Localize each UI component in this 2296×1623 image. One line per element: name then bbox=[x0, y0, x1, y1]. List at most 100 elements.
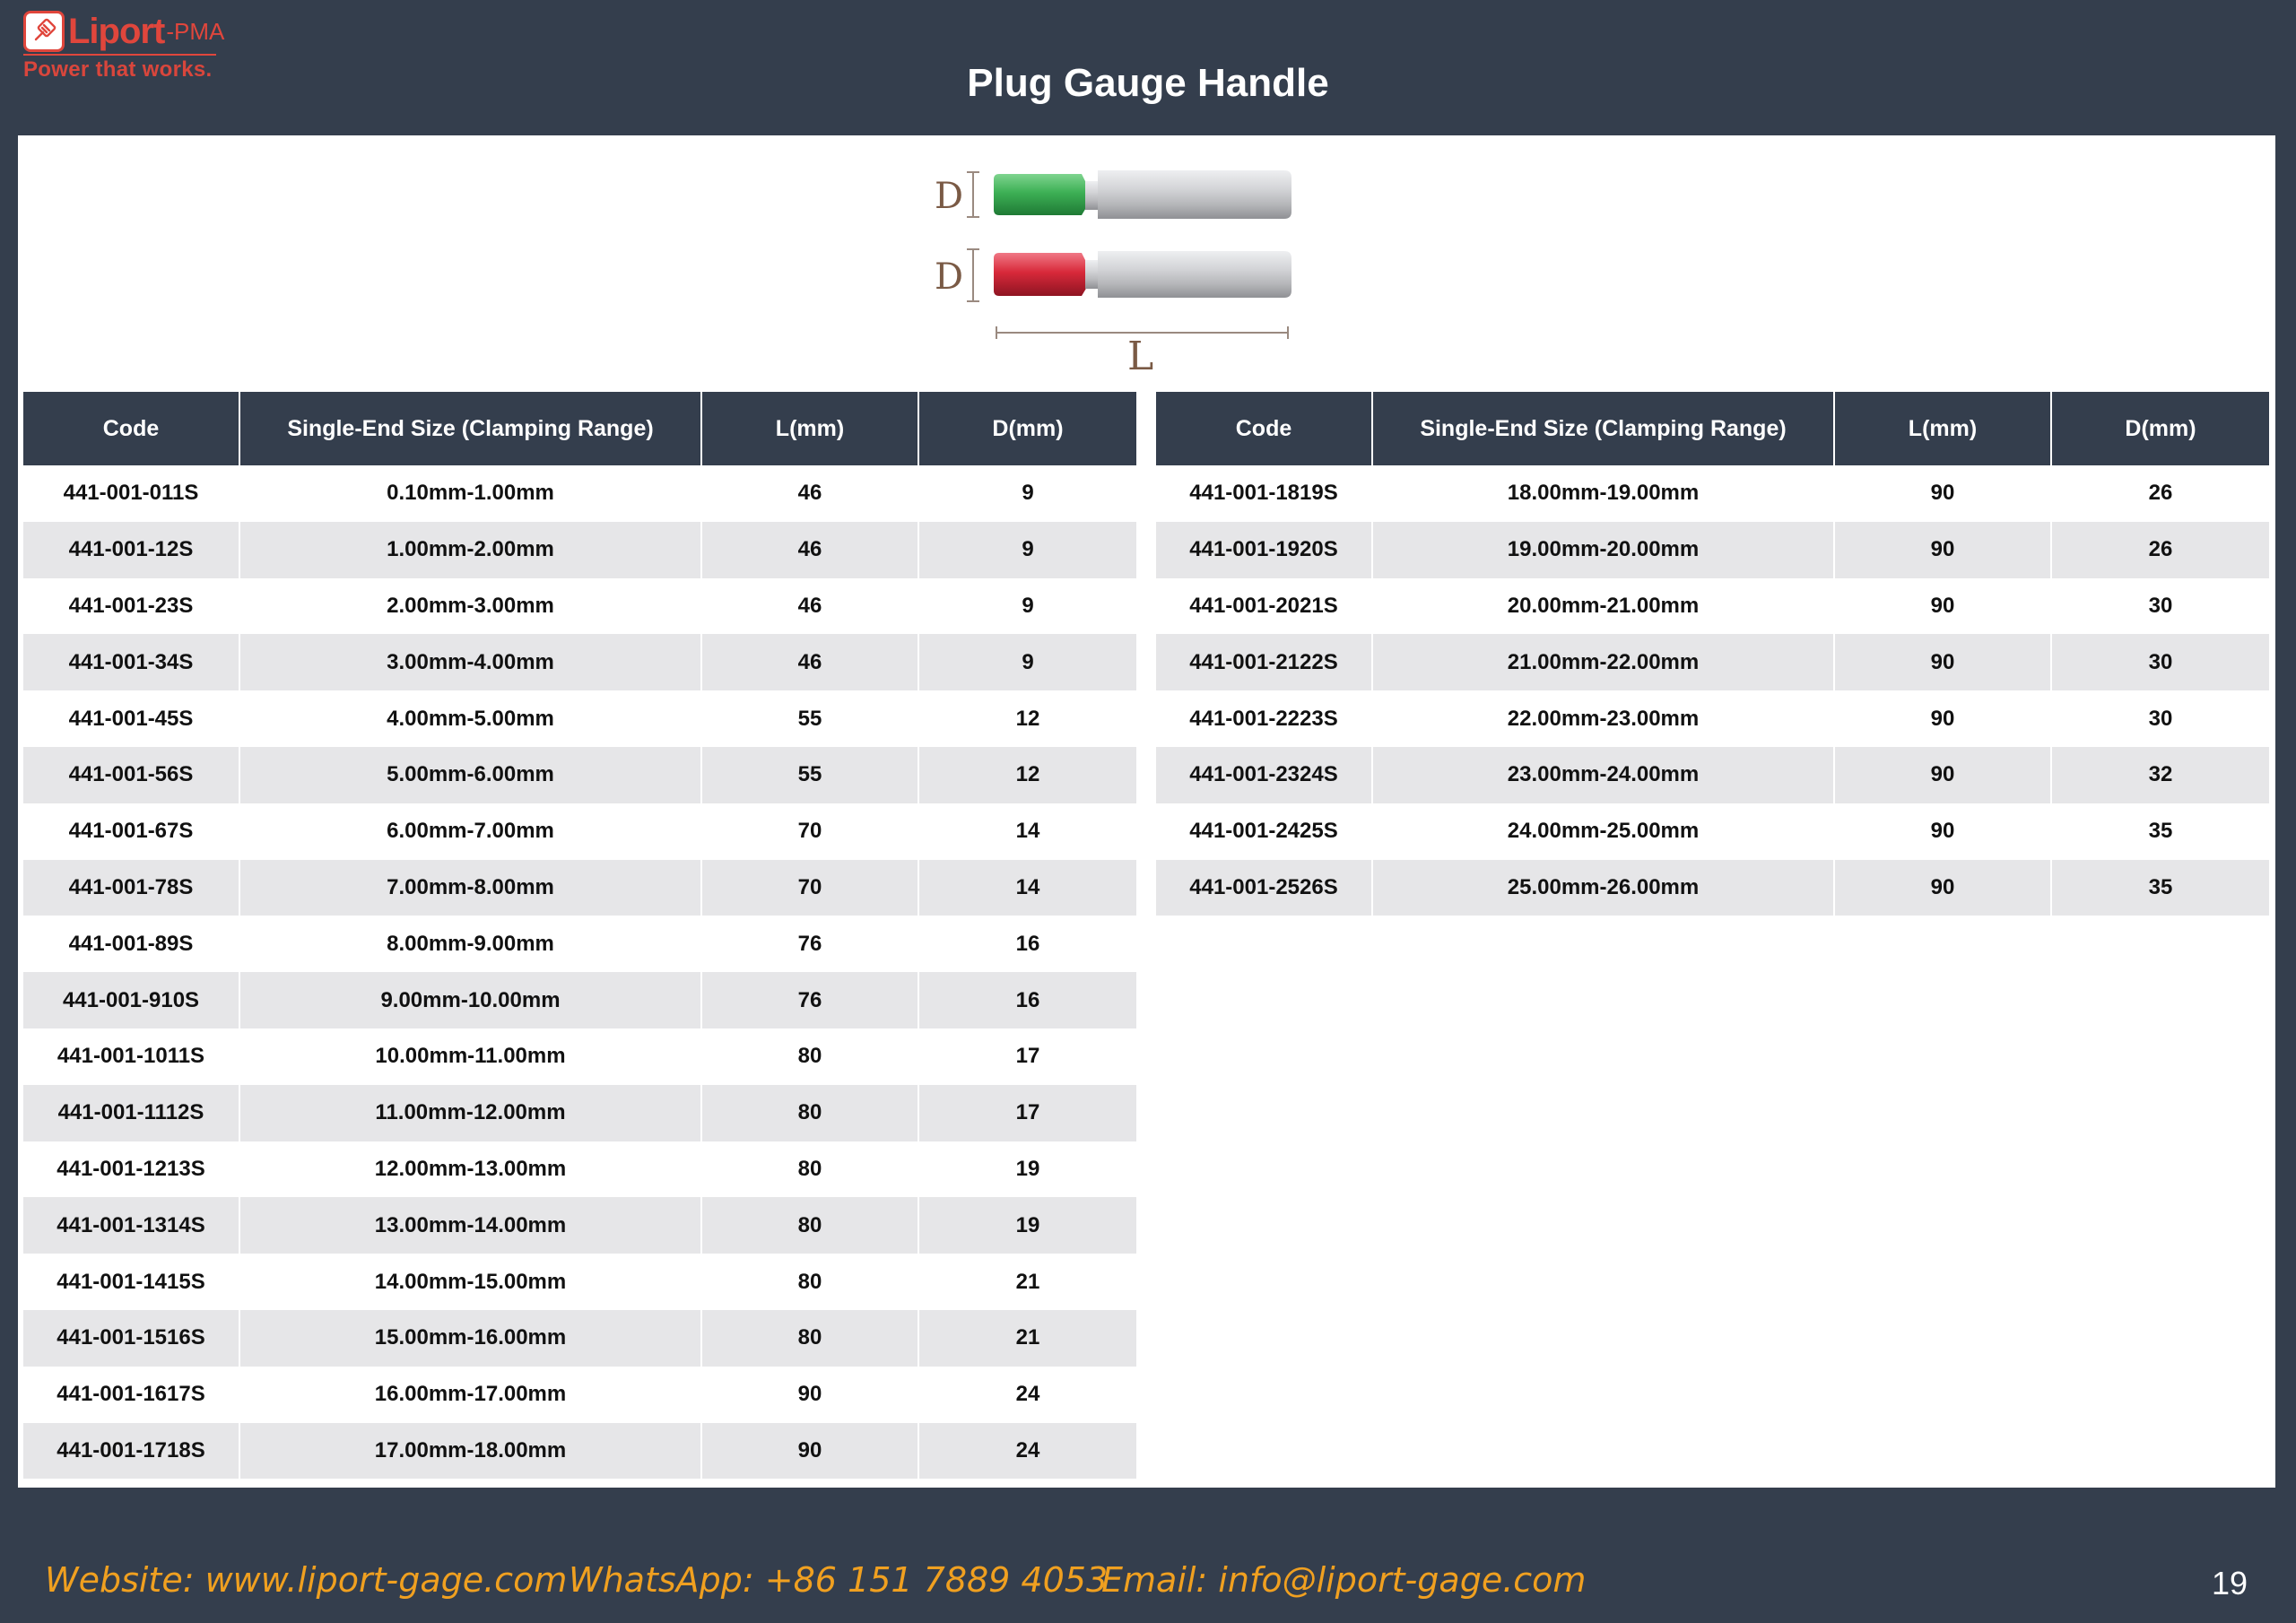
diameter-cell: 26 bbox=[2148, 481, 2173, 506]
diameter-cell: 19 bbox=[918, 1197, 1136, 1254]
table-row: 441-001-1516S 15.00mm-16.00mm 80 21 bbox=[23, 1309, 1136, 1367]
header-length: L(mm) bbox=[1834, 392, 2052, 465]
diameter-cell: 30 bbox=[2051, 634, 2269, 691]
table-row: 441-001-1718S 17.00mm-18.00mm 90 24 bbox=[23, 1422, 1136, 1480]
diameter-cell: 14 bbox=[918, 859, 1136, 916]
length-cell: 76 bbox=[701, 916, 919, 973]
size-cell: 0.10mm-1.00mm bbox=[239, 465, 702, 522]
code-cell: 441-001-910S bbox=[23, 972, 240, 1028]
table-row: 441-001-45S 4.00mm-5.00mm 55 12 bbox=[23, 690, 1136, 747]
length-cell: 90 bbox=[1834, 803, 2052, 860]
code-cell: 441-001-78S bbox=[23, 859, 240, 916]
diameter-cell: 35 bbox=[2051, 859, 2269, 916]
size-cell: 12.00mm-13.00mm bbox=[239, 1141, 702, 1198]
length-cell: 80 bbox=[701, 1028, 919, 1085]
table-body-right: 441-001-1819S 18.00mm-19.00mm 90 26 441-001-… bbox=[1156, 465, 2269, 916]
plug-gauge-handle-diagram: D D L bbox=[935, 170, 1292, 379]
length-cell: 90 bbox=[1834, 577, 2052, 635]
size-cell: 21.00mm-22.00mm bbox=[1372, 634, 1835, 691]
table-row: 441-001-1819S 18.00mm-19.00mm 90 26 bbox=[1156, 465, 2269, 522]
diameter-cell: 12 bbox=[918, 746, 1136, 803]
length-cell: 46 bbox=[701, 521, 919, 578]
diameter-cell: 17 bbox=[1015, 1044, 1040, 1069]
diameter-cell: 9 bbox=[918, 634, 1136, 691]
table-row: 441-001-2526S 25.00mm-26.00mm 90 35 bbox=[1156, 859, 2269, 916]
diameter-cell: 26 bbox=[2051, 521, 2269, 578]
size-cell: 22.00mm-23.00mm bbox=[1372, 690, 1835, 747]
size-cell: 2.00mm-3.00mm bbox=[239, 577, 702, 635]
length-cell: 46 bbox=[701, 465, 919, 522]
size-cell: 11.00mm-12.00mm bbox=[239, 1084, 702, 1141]
diameter-cell: 9 bbox=[918, 521, 1136, 578]
code-cell: 441-001-1819S bbox=[1156, 465, 1373, 522]
header-diameter: D(mm) bbox=[2051, 392, 2269, 465]
size-cell: 18.00mm-19.00mm bbox=[1372, 465, 1835, 522]
length-cell: 70 bbox=[701, 859, 919, 916]
code-cell: 441-001-67S bbox=[23, 803, 240, 860]
table-header-row: Code Single-End Size (Clamping Range) L(… bbox=[23, 392, 1136, 465]
length-cell: 46 bbox=[701, 577, 919, 635]
length-cell: 80 bbox=[701, 1084, 919, 1141]
length-cell: 90 bbox=[1834, 690, 2052, 747]
header-diameter: D(mm) bbox=[918, 392, 1136, 465]
size-cell: 3.00mm-4.00mm bbox=[239, 634, 702, 691]
table-body-left: 441-001-011S 0.10mm-1.00mm 46 9 441-001-12S 1… bbox=[23, 465, 1136, 1480]
footer-whatsapp[interactable]: WhatsApp: +86 151 7889 4053 bbox=[569, 1560, 1108, 1600]
d-label-top: D bbox=[935, 176, 963, 217]
size-cell: 23.00mm-24.00mm bbox=[1372, 746, 1835, 803]
size-cell: 25.00mm-26.00mm bbox=[1372, 859, 1835, 916]
diameter-cell: 16 bbox=[918, 972, 1136, 1028]
footer-email[interactable]: Email: info@liport-gage.com bbox=[1101, 1560, 1586, 1600]
length-cell: 90 bbox=[701, 1366, 919, 1423]
diameter-cell: 30 bbox=[2148, 593, 2173, 618]
table-row: 441-001-1112S 11.00mm-12.00mm 80 17 bbox=[23, 1084, 1136, 1141]
table-row: 441-001-1920S 19.00mm-20.00mm 90 26 bbox=[1156, 521, 2269, 578]
length-cell: 80 bbox=[701, 1197, 919, 1254]
table-row: 441-001-67S 6.00mm-7.00mm 70 14 bbox=[23, 803, 1136, 860]
size-cell: 8.00mm-9.00mm bbox=[239, 916, 702, 973]
table-row: 441-001-1617S 16.00mm-17.00mm 90 24 bbox=[23, 1366, 1136, 1423]
header-size: Single-End Size (Clamping Range) bbox=[1372, 392, 1835, 465]
code-cell: 441-001-1314S bbox=[23, 1197, 240, 1254]
size-cell: 15.00mm-16.00mm bbox=[239, 1309, 702, 1367]
code-cell: 441-001-011S bbox=[23, 465, 240, 522]
diameter-cell: 9 bbox=[1022, 593, 1034, 618]
length-cell: 80 bbox=[701, 1309, 919, 1367]
diameter-cell: 32 bbox=[2051, 746, 2269, 803]
logo-icon bbox=[23, 11, 65, 52]
code-cell: 441-001-2021S bbox=[1156, 577, 1373, 635]
diameter-cell: 12 bbox=[1015, 706, 1040, 731]
table-row: 441-001-011S 0.10mm-1.00mm 46 9 bbox=[23, 465, 1136, 522]
table-row: 441-001-56S 5.00mm-6.00mm 55 12 bbox=[23, 746, 1136, 803]
size-cell: 9.00mm-10.00mm bbox=[239, 972, 702, 1028]
code-cell: 441-001-2425S bbox=[1156, 803, 1373, 860]
code-cell: 441-001-2122S bbox=[1156, 634, 1373, 691]
page-number: 19 bbox=[2211, 1565, 2248, 1601]
table-row: 441-001-2324S 23.00mm-24.00mm 90 32 bbox=[1156, 746, 2269, 803]
table-row: 441-001-1011S 10.00mm-11.00mm 80 17 bbox=[23, 1028, 1136, 1085]
diameter-cell: 35 bbox=[2148, 819, 2173, 844]
table-row: 441-001-1213S 12.00mm-13.00mm 80 19 bbox=[23, 1141, 1136, 1198]
code-cell: 441-001-2324S bbox=[1156, 746, 1373, 803]
code-cell: 441-001-1920S bbox=[1156, 521, 1373, 578]
size-cell: 19.00mm-20.00mm bbox=[1372, 521, 1835, 578]
footer-website[interactable]: Website: www.liport-gage.com bbox=[45, 1560, 567, 1600]
table-row: 441-001-910S 9.00mm-10.00mm 76 16 bbox=[23, 972, 1136, 1028]
code-cell: 441-001-1617S bbox=[23, 1366, 240, 1423]
red-handle bbox=[967, 248, 1292, 302]
code-cell: 441-001-12S bbox=[23, 521, 240, 578]
code-cell: 441-001-1718S bbox=[23, 1422, 240, 1480]
length-cell: 90 bbox=[1834, 634, 2052, 691]
diameter-cell: 9 bbox=[1022, 481, 1034, 506]
size-cell: 20.00mm-21.00mm bbox=[1372, 577, 1835, 635]
table-header-row: Code Single-End Size (Clamping Range) L(… bbox=[1156, 392, 2269, 465]
l-label: L bbox=[1127, 334, 1153, 379]
table-row: 441-001-1314S 13.00mm-14.00mm 80 19 bbox=[23, 1197, 1136, 1254]
logo-suffix: -PMA bbox=[166, 17, 225, 45]
table-row: 441-001-1415S 14.00mm-15.00mm 80 21 bbox=[23, 1254, 1136, 1310]
table-row: 441-001-78S 7.00mm-8.00mm 70 14 bbox=[23, 859, 1136, 916]
diameter-cell: 21 bbox=[1015, 1269, 1040, 1294]
diameter-cell: 21 bbox=[918, 1309, 1136, 1367]
table-row: 441-001-2223S 22.00mm-23.00mm 90 30 bbox=[1156, 690, 2269, 747]
diameter-cell: 30 bbox=[2148, 706, 2173, 731]
